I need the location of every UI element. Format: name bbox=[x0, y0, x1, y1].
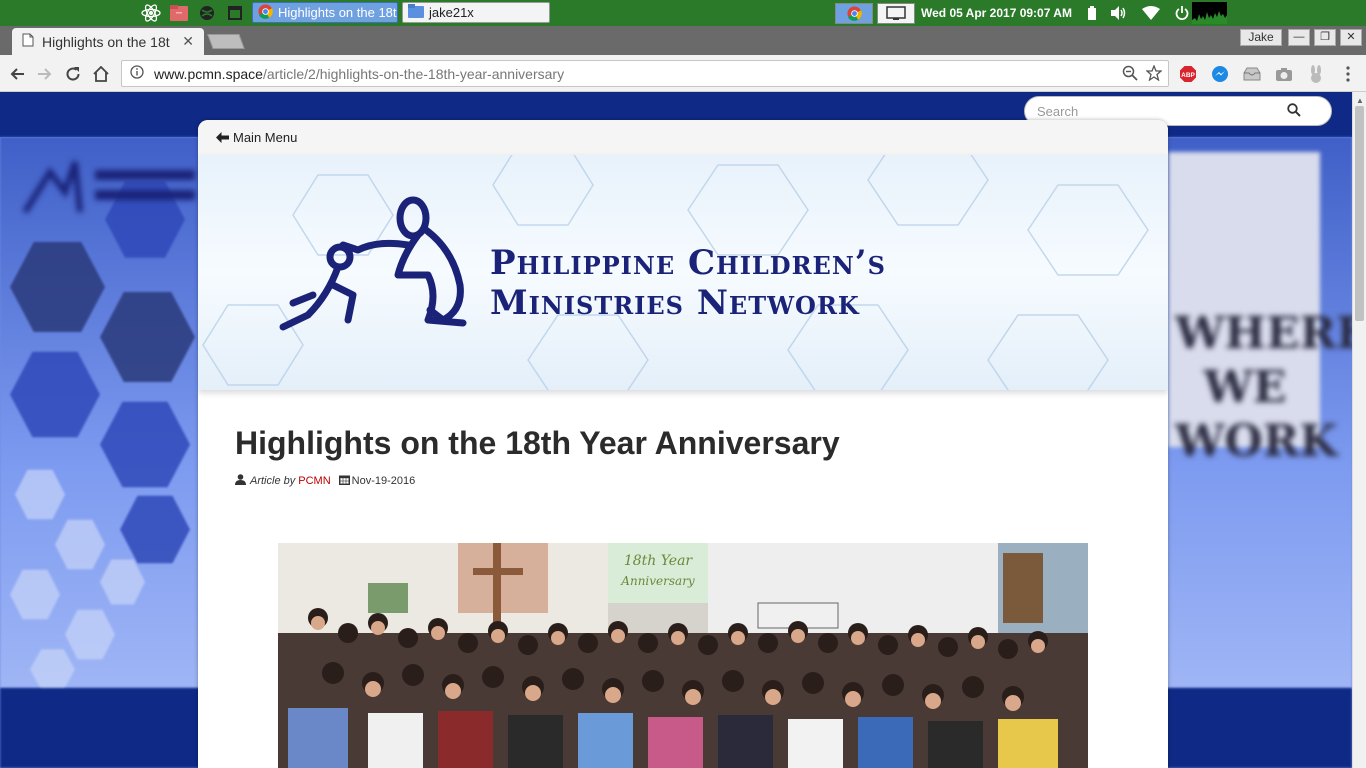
browser-toolbar: www.pcmn.space/article/2/highlights-on-t… bbox=[0, 55, 1366, 92]
photo-banner-line1: 18th Year bbox=[624, 553, 694, 569]
article-panel: Main Menu Philippine Children’s Ministri… bbox=[198, 120, 1168, 768]
article-meta: Article by PCMN Nov-19-2016 bbox=[235, 474, 840, 488]
volume-icon[interactable] bbox=[1110, 6, 1127, 20]
chrome-tray-icon[interactable] bbox=[835, 2, 873, 24]
pcmn-logo-figure bbox=[279, 196, 467, 331]
blurred-side-text: WHERE WE WORK bbox=[1175, 308, 1352, 467]
page-scrollbar[interactable]: ▲ bbox=[1352, 92, 1366, 768]
battery-icon[interactable] bbox=[1087, 6, 1096, 20]
wifi-icon[interactable] bbox=[1141, 6, 1160, 20]
reload-icon bbox=[66, 67, 80, 81]
minimize-button[interactable]: — bbox=[1288, 29, 1310, 46]
home-icon bbox=[93, 66, 109, 82]
article-photo: 18th Year Anniversary bbox=[278, 543, 1088, 768]
back-button[interactable] bbox=[6, 63, 28, 85]
power-icon[interactable] bbox=[1175, 6, 1189, 20]
cpu-monitor-graph bbox=[1192, 2, 1227, 24]
profile-button[interactable]: Jake bbox=[1240, 29, 1282, 46]
scroll-up-arrow-icon[interactable]: ▲ bbox=[1356, 96, 1364, 105]
chrome-icon bbox=[258, 3, 273, 22]
banner-title-line1: Philippine Children’s bbox=[490, 243, 886, 283]
taskbar-task-label: Highlights on the 18t... bbox=[278, 5, 398, 20]
article-header: Highlights on the 18th Year Anniversary … bbox=[235, 425, 840, 488]
taskbar-task-label: jake21x bbox=[429, 5, 474, 20]
system-tray: Wed 05 Apr 2017 09:07 AM bbox=[835, 2, 1204, 24]
search-icon[interactable] bbox=[1287, 102, 1301, 120]
banner-title-line2: Ministries Network bbox=[490, 283, 860, 323]
blurred-site-logo bbox=[20, 152, 200, 222]
home-button[interactable] bbox=[90, 63, 112, 85]
messenger-icon[interactable] bbox=[1210, 64, 1230, 84]
site-banner: Philippine Children’s Ministries Network bbox=[198, 155, 1168, 390]
banner-title: Philippine Children’s Ministries Network bbox=[490, 243, 886, 323]
close-window-button[interactable]: ✕ bbox=[1340, 29, 1362, 46]
window-icon[interactable] bbox=[224, 2, 246, 24]
group-photo: 18th Year Anniversary bbox=[278, 543, 1088, 768]
info-icon[interactable] bbox=[130, 65, 144, 82]
camera-icon[interactable] bbox=[1274, 64, 1294, 84]
photo-banner-line2: Anniversary bbox=[620, 574, 695, 588]
bookmark-star-icon[interactable] bbox=[1145, 64, 1163, 84]
taskbar-task-folder[interactable]: jake21x bbox=[402, 2, 550, 23]
url-text: www.pcmn.space/article/2/highlights-on-t… bbox=[154, 66, 564, 82]
main-menu-label: Main Menu bbox=[233, 130, 298, 145]
zoom-icon[interactable] bbox=[1122, 65, 1138, 84]
address-bar[interactable]: www.pcmn.space/article/2/highlights-on-t… bbox=[121, 60, 1169, 87]
adblock-icon[interactable]: ABP bbox=[1178, 64, 1198, 84]
forward-arrow-icon bbox=[38, 68, 52, 80]
search-input[interactable] bbox=[1037, 103, 1287, 119]
tab-title: Highlights on the 18th Year Anniversary bbox=[42, 33, 170, 50]
author-link[interactable]: PCMN bbox=[298, 475, 330, 487]
forward-button[interactable] bbox=[34, 63, 56, 85]
folder-icon bbox=[408, 4, 424, 21]
bunny-icon[interactable] bbox=[1306, 64, 1326, 84]
back-arrow-icon bbox=[10, 68, 24, 80]
main-menu-link[interactable]: Main Menu bbox=[198, 120, 1168, 155]
folder-icon[interactable] bbox=[168, 2, 190, 24]
maximize-button[interactable]: ❐ bbox=[1314, 29, 1336, 46]
document-icon bbox=[22, 33, 34, 50]
menu-icon[interactable] bbox=[1338, 64, 1358, 84]
adblock-label: ABP bbox=[1181, 72, 1195, 79]
inbox-icon[interactable] bbox=[1242, 64, 1262, 84]
clock[interactable]: Wed 05 Apr 2017 09:07 AM bbox=[921, 6, 1072, 20]
article-by-label: Article by bbox=[250, 475, 296, 487]
os-taskbar: Highlights on the 18t... jake21x Wed 05 … bbox=[0, 0, 1366, 26]
globe-icon[interactable] bbox=[196, 2, 218, 24]
calendar-icon bbox=[338, 474, 350, 488]
tab-highlights[interactable]: Highlights on the 18th Year Anniversary … bbox=[12, 28, 204, 55]
url-path: /article/2/highlights-on-the-18th-year-a… bbox=[262, 65, 565, 82]
arrow-left-icon bbox=[216, 130, 229, 146]
browser-tabstrip: Highlights on the 18th Year Anniversary … bbox=[0, 26, 1366, 55]
display-tray-icon[interactable] bbox=[877, 2, 915, 24]
page-viewport: WHERE WE WORK Main Menu bbox=[0, 92, 1352, 768]
article-title: Highlights on the 18th Year Anniversary bbox=[235, 425, 840, 461]
taskbar-launchers bbox=[140, 2, 246, 24]
reload-button[interactable] bbox=[62, 63, 84, 85]
scrollbar-thumb[interactable] bbox=[1355, 106, 1364, 321]
tab-close-icon[interactable]: ✕ bbox=[182, 33, 194, 50]
user-icon bbox=[235, 474, 246, 488]
react-app-icon[interactable] bbox=[140, 2, 162, 24]
article-date: Nov-19-2016 bbox=[351, 475, 416, 487]
taskbar-task-chrome[interactable]: Highlights on the 18t... bbox=[252, 2, 398, 23]
new-tab-button[interactable] bbox=[207, 34, 245, 49]
url-host: www.pcmn.space bbox=[154, 65, 263, 82]
